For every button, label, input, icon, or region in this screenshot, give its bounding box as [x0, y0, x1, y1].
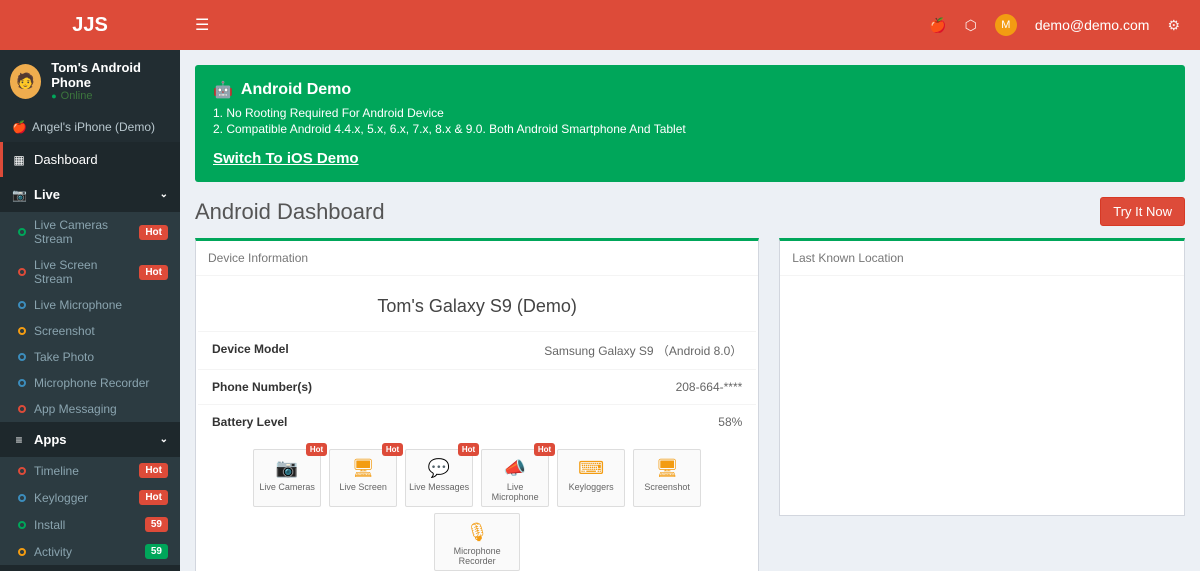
circle-icon [18, 301, 26, 309]
nav-live-header[interactable]: 📷Live⌄ [0, 177, 180, 212]
desktop-icon: 🖥 [332, 458, 394, 478]
nav-live-screen[interactable]: Live Screen StreamHot [0, 252, 180, 292]
location-panel: Last Known Location [779, 238, 1185, 516]
tile-live-microphone[interactable]: Hot 📣 Live Microphone [481, 449, 549, 507]
demo-callout: 🤖Android Demo 1. No Rooting Required For… [195, 65, 1185, 182]
circle-icon [18, 467, 26, 475]
nav-dashboard[interactable]: ▦Dashboard [0, 142, 180, 177]
tile-screenshot[interactable]: 🖥 Screenshot [633, 449, 701, 507]
keyboard-icon: ⌨ [560, 458, 622, 478]
circle-icon [18, 268, 26, 276]
nav-activity[interactable]: Activity59 [0, 538, 180, 565]
nav-timeline[interactable]: TimelineHot [0, 457, 180, 484]
device-title: Tom's Galaxy S9 (Demo) [198, 288, 756, 331]
page-title: Android Dashboard [195, 199, 385, 225]
tile-live-cameras[interactable]: Hot 📷 Live Cameras [253, 449, 321, 507]
tile-keyloggers[interactable]: ⌨ Keyloggers [557, 449, 625, 507]
circle-icon [18, 379, 26, 387]
nav-keylogger[interactable]: KeyloggerHot [0, 484, 180, 511]
circle-icon [18, 548, 26, 556]
tile-live-screen[interactable]: Hot 🖥 Live Screen [329, 449, 397, 507]
dashboard-icon: ▦ [12, 153, 26, 167]
nav-apps-header[interactable]: ≡Apps⌄ [0, 422, 180, 457]
callout-line-2: 2. Compatible Android 4.4.x, 5.x, 6.x, 7… [213, 122, 1167, 136]
avatar[interactable]: M [995, 14, 1017, 36]
circle-icon [18, 405, 26, 413]
circle-icon [18, 521, 26, 529]
nav-install[interactable]: Install59 [0, 511, 180, 538]
location-panel-body [780, 276, 1184, 303]
user-panel-avatar: 🧑 [10, 64, 41, 99]
comment-icon: 💬 [408, 458, 470, 478]
circle-icon [18, 228, 26, 236]
switch-demo-link[interactable]: Switch To iOS Demo [213, 150, 359, 167]
user-panel: 🧑 Tom's Android Phone Online [0, 50, 180, 112]
android-icon[interactable]: ⬡ [965, 17, 977, 34]
device-info-panel: Device Information Tom's Galaxy S9 (Demo… [195, 238, 759, 571]
microphone-icon: 🎙 [437, 522, 517, 542]
panel-header: Last Known Location [780, 241, 1184, 276]
top-right-menu: 🍎 ⬡ M demo@demo.com ⚙ [929, 14, 1200, 36]
nav-call-history[interactable]: 📞Call Hisotry484 [0, 565, 180, 571]
camera-icon: 📷 [256, 458, 318, 478]
tile-mic-recorder[interactable]: 🎙 Microphone Recorder [434, 513, 520, 571]
menu-toggle-button[interactable]: ☰ [180, 15, 224, 35]
device-switch-link[interactable]: 🍎 Angel's iPhone (Demo) [0, 112, 180, 142]
content: 🤖Android Demo 1. No Rooting Required For… [180, 50, 1200, 571]
list-icon: ≡ [12, 433, 26, 447]
apple-icon: 🍎 [12, 120, 26, 134]
callout-line-1: 1. No Rooting Required For Android Devic… [213, 106, 1167, 120]
sidebar: 🧑 Tom's Android Phone Online 🍎 Angel's i… [0, 50, 180, 571]
camera-icon: 📷 [12, 188, 26, 202]
info-row-battery: Battery Level 58% [198, 404, 756, 439]
tile-live-messages[interactable]: Hot 💬 Live Messages [405, 449, 473, 507]
microphone-icon: 📣 [484, 458, 546, 478]
panel-header: Device Information [196, 241, 758, 276]
nav-take-photo[interactable]: Take Photo [0, 344, 180, 370]
nav-mic-recorder[interactable]: Microphone Recorder [0, 370, 180, 396]
device-name: Tom's Android Phone [51, 60, 170, 90]
cogs-icon[interactable]: ⚙ [1167, 17, 1180, 34]
device-status: Online [51, 90, 170, 102]
nav-live-microphone[interactable]: Live Microphone [0, 292, 180, 318]
top-header: JJS ☰ 🍎 ⬡ M demo@demo.com ⚙ [0, 0, 1200, 50]
bars-icon: ☰ [195, 17, 209, 34]
logo[interactable]: JJS [0, 0, 180, 50]
try-it-now-button[interactable]: Try It Now [1100, 197, 1185, 226]
user-email[interactable]: demo@demo.com [1035, 17, 1150, 33]
nav-live-cameras[interactable]: Live Cameras StreamHot [0, 212, 180, 252]
nav-app-messaging[interactable]: App Messaging [0, 396, 180, 422]
desktop-icon: 🖥 [636, 458, 698, 478]
nav-screenshot[interactable]: Screenshot [0, 318, 180, 344]
circle-icon [18, 353, 26, 361]
chevron-down-icon: ⌄ [160, 434, 168, 445]
info-row-model: Device Model Samsung Galaxy S9 （Android … [198, 331, 756, 369]
android-icon: 🤖 [213, 80, 233, 100]
tile-row: Hot 📷 Live Cameras Hot 🖥 Live Screen [198, 439, 756, 507]
circle-icon [18, 327, 26, 335]
circle-icon [18, 494, 26, 502]
apple-icon[interactable]: 🍎 [929, 17, 946, 34]
chevron-down-icon: ⌄ [160, 189, 168, 200]
info-row-phone: Phone Number(s) 208-664-**** [198, 369, 756, 404]
